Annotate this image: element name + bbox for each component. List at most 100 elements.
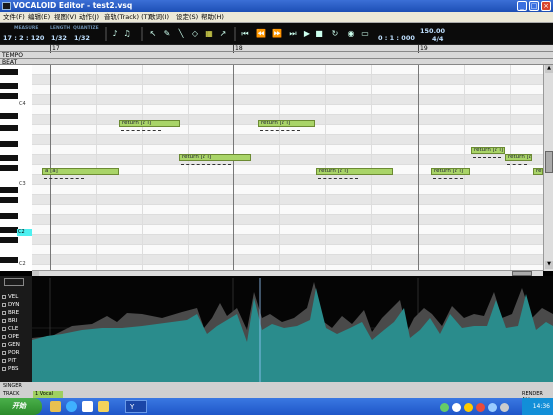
- scroll-thumb[interactable]: [545, 151, 553, 173]
- vertical-scrollbar[interactable]: ▲ ▼: [543, 65, 553, 271]
- note[interactable]: return [ɾ i]: [316, 168, 393, 175]
- track-tab[interactable]: 1 Vocal: [33, 391, 63, 398]
- note-length-icon[interactable]: ♫: [122, 29, 132, 39]
- arrow-tool-icon[interactable]: ↖: [148, 29, 158, 39]
- pitch-row: [32, 255, 543, 265]
- menu-file[interactable]: 文件(F): [3, 13, 25, 22]
- explorer-icon[interactable]: [98, 401, 109, 412]
- measure-value[interactable]: 17 : 2 : 120: [3, 34, 44, 42]
- piano-roll-grid[interactable]: return [ɾ i] return [ɾ i] return [ɾ i] a…: [32, 65, 543, 271]
- measure-line: [418, 65, 419, 271]
- line-tool-icon[interactable]: ╲: [176, 29, 186, 39]
- length-label: LENGTH: [50, 26, 71, 31]
- control-ope[interactable]: OPE: [2, 333, 19, 341]
- menu-track[interactable]: 音轨(Track) (T): [104, 13, 150, 22]
- loop-icon[interactable]: ↻: [330, 29, 340, 39]
- note[interactable]: return [ɾ i]: [119, 120, 180, 127]
- black-key[interactable]: [0, 69, 18, 75]
- scroll-up-icon[interactable]: ▲: [545, 65, 553, 73]
- minimize-button[interactable]: _: [517, 1, 527, 11]
- teal-curve: [32, 288, 553, 382]
- ruler-divider: [0, 58, 553, 59]
- black-key[interactable]: [0, 141, 18, 147]
- tray-icon[interactable]: [488, 403, 497, 412]
- track-label: TRACK: [3, 391, 20, 397]
- length-value[interactable]: 1/32: [51, 34, 67, 42]
- scroll-icon[interactable]: ▭: [360, 29, 370, 39]
- close-button[interactable]: ×: [541, 1, 551, 11]
- document-icon[interactable]: [82, 401, 93, 412]
- quantize-label: QUANTIZE: [73, 26, 99, 31]
- vibrato-line: [121, 128, 161, 131]
- rewind-icon[interactable]: ⏪: [256, 29, 266, 39]
- eraser-tool-icon[interactable]: ◇: [190, 29, 200, 39]
- pitch-row: [32, 145, 543, 155]
- pitch-row: [32, 105, 543, 115]
- control-label: BRI: [8, 318, 18, 324]
- pencil-tool-icon[interactable]: ✎: [162, 29, 172, 39]
- menu-settings[interactable]: 设定(S): [176, 13, 198, 22]
- black-key[interactable]: [0, 197, 18, 203]
- control-pbs[interactable]: PBS: [2, 365, 18, 373]
- tray-icon[interactable]: [464, 403, 473, 412]
- note[interactable]: return [ɾ i]: [533, 168, 543, 175]
- black-key[interactable]: [0, 125, 18, 131]
- timeline-ruler[interactable]: TEMPO BEAT 17 18 19: [0, 45, 553, 66]
- start-button[interactable]: 开始: [0, 398, 42, 415]
- black-key[interactable]: [0, 93, 18, 99]
- beat-line: [279, 65, 280, 271]
- note-tool-icon[interactable]: ♪: [110, 29, 120, 39]
- note[interactable]: return [ɾ i]: [505, 154, 532, 161]
- menu-lyrics[interactable]: 歌词(I): [149, 13, 169, 22]
- taskbar-window-button[interactable]: Y: [125, 400, 147, 413]
- pitch-row: [32, 215, 543, 225]
- tray-icon[interactable]: [452, 403, 461, 412]
- volume-icon[interactable]: [500, 403, 509, 412]
- black-key[interactable]: [0, 227, 18, 233]
- black-key[interactable]: [0, 155, 18, 161]
- maximize-button[interactable]: □: [529, 1, 539, 11]
- browser-icon[interactable]: [66, 401, 77, 412]
- piano-keyboard[interactable]: C4 C3 C2 C2: [0, 65, 32, 271]
- note[interactable]: a [a]: [42, 168, 119, 175]
- black-key[interactable]: [0, 113, 18, 119]
- black-key[interactable]: [0, 83, 18, 89]
- cursor-icon[interactable]: ↗: [218, 29, 228, 39]
- control-dyn[interactable]: DYN: [2, 301, 19, 309]
- menu-action[interactable]: 动作(J): [79, 13, 99, 22]
- black-key[interactable]: [0, 237, 18, 243]
- tray-icon[interactable]: [476, 403, 485, 412]
- control-pit[interactable]: PIT: [2, 357, 16, 365]
- control-bri[interactable]: BRI: [2, 317, 17, 325]
- black-key[interactable]: [0, 187, 18, 193]
- record-icon[interactable]: ◉: [346, 29, 356, 39]
- scroll-down-icon[interactable]: ▼: [545, 261, 553, 269]
- control-selector[interactable]: [4, 278, 24, 286]
- note[interactable]: return [ɾ i]: [471, 147, 505, 154]
- grid-icon[interactable]: ▦: [204, 29, 214, 39]
- note[interactable]: return [ɾ i]: [431, 168, 470, 175]
- black-key[interactable]: [0, 165, 18, 171]
- control-gen[interactable]: GEN: [2, 341, 20, 349]
- control-curve-graph[interactable]: [32, 278, 553, 382]
- forward-end-icon[interactable]: ⏭: [288, 29, 298, 39]
- quantize-value[interactable]: 1/32: [74, 34, 90, 42]
- menu-edit[interactable]: 编辑(E): [28, 13, 50, 22]
- black-key[interactable]: [0, 213, 18, 219]
- forward-icon[interactable]: ⏩: [272, 29, 282, 39]
- play-icon[interactable]: ▶: [302, 29, 312, 39]
- rewind-start-icon[interactable]: ⏮: [240, 29, 250, 39]
- control-cle[interactable]: CLE: [2, 325, 18, 333]
- control-bre[interactable]: BRE: [2, 309, 19, 317]
- folder-icon[interactable]: [50, 401, 61, 412]
- tray-icon[interactable]: [440, 403, 449, 412]
- menu-help[interactable]: 帮助(H): [201, 13, 224, 22]
- note[interactable]: return [ɾ i]: [179, 154, 251, 161]
- note[interactable]: return [ɾ i]: [258, 120, 315, 127]
- menu-view[interactable]: 视图(V): [54, 13, 77, 22]
- control-vel[interactable]: VEL: [2, 293, 18, 301]
- pitch-row: [32, 195, 543, 205]
- stop-icon[interactable]: ■: [314, 29, 324, 39]
- control-por[interactable]: POR: [2, 349, 19, 357]
- black-key[interactable]: [0, 257, 18, 263]
